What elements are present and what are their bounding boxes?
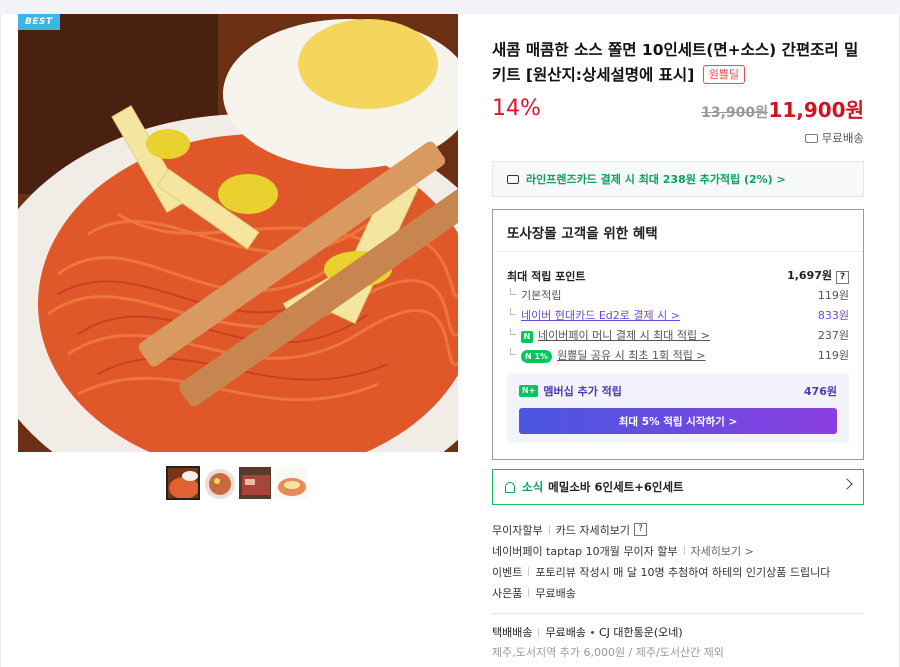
noodle-photo: [18, 14, 458, 452]
product-info-panel: 새콤 매콤한 소스 쫄면 10인세트(면+소스) 간편조리 밀키트 [원산지:상…: [492, 14, 864, 662]
product-page: BEST 새콤 매콤한 소스 쫄면 10인세트(면+소스) 간편조리 밀키트 […: [0, 14, 900, 667]
benefit-row-label[interactable]: 원쁠딜 공유 시 최초 1회 적립 >: [557, 349, 706, 362]
gift-label: 사은품: [492, 586, 523, 600]
thumbnail-image: [239, 467, 271, 499]
benefit-row-label[interactable]: 네이버 현대카드 Ed2로 결제 시 >: [507, 307, 680, 323]
product-gallery: BEST: [18, 14, 458, 500]
benefit-box: 또사장몰 고객을 위한 혜택 최대 적립 포인트 1,697원? 기본적립 11…: [492, 209, 864, 460]
card-detail-link[interactable]: 카드 자세히보기: [556, 522, 630, 538]
sale-price: 11,900원: [768, 98, 864, 122]
event-text: 포토리뷰 작성시 매 달 10명 추첨하여 하테의 인기상품 드립니다: [535, 565, 831, 579]
bell-icon: [505, 481, 515, 493]
benefit-row-value: 237원: [817, 329, 849, 342]
product-title: 새콤 매콤한 소스 쫄면 10인세트(면+소스) 간편조리 밀키트 [원산지:상…: [492, 38, 864, 88]
credit-card-icon: [507, 174, 519, 184]
installment-row: 무이자할부 카드 자세히보기?: [492, 519, 864, 540]
chevron-right-icon: [841, 478, 853, 490]
original-price: 13,900원: [701, 105, 768, 121]
thumbnail-2[interactable]: [202, 466, 236, 500]
benefit-row-npay[interactable]: N 네이버페이 머니 결제 시 최대 적립 > 237원: [507, 327, 849, 343]
truck-icon: [804, 134, 818, 143]
delivery-note: 제주,도서지역 추가 6,000원 / 제주/도서산간 제외: [492, 646, 724, 659]
delivery-info: 택배배송 무료배송 CJ 대한통운(오네) 제주,도서지역 추가 6,000원 …: [492, 622, 864, 662]
card-promo-banner[interactable]: 라인프렌즈카드 결제 시 최대 238원 추가적립 (2%) >: [492, 161, 864, 197]
benefit-title: 또사장몰 고객을 위한 혜택: [493, 210, 863, 252]
naver-plus-icon: N+: [519, 385, 539, 397]
benefit-row-basic: 기본적립 119원: [507, 287, 849, 303]
best-badge: BEST: [18, 14, 60, 30]
benefit-row-value: 119원: [817, 289, 849, 302]
shipping-info: 무료배송: [492, 130, 864, 146]
membership-label: 멤버십 추가 적립: [543, 385, 622, 398]
benefit-row-value: 833원: [817, 309, 849, 322]
npay-installment-text: 네이버페이 taptap 10개월 무이자 할부: [492, 544, 678, 558]
gift-text: 무료배송: [535, 586, 576, 600]
npay-detail-link[interactable]: 자세히보기 >: [691, 543, 754, 559]
thumbnail-strip: [166, 466, 308, 500]
card-promo-text: 라인프렌즈카드 결제 시 최대 238원 추가적립 (2%) >: [526, 173, 786, 186]
purchase-info: 무이자할부 카드 자세히보기? 네이버페이 taptap 10개월 무이자 할부…: [492, 519, 864, 603]
membership-start-button[interactable]: 최대 5% 적립 시작하기 >: [519, 408, 837, 434]
news-banner[interactable]: 소식 메밀소바 6인세트+6인세트: [492, 469, 864, 505]
help-icon[interactable]: ?: [836, 271, 849, 284]
max-point-value: 1,697원: [787, 269, 832, 282]
benefit-row-share[interactable]: N 1% 원쁠딜 공유 시 최초 1회 적립 > 119원: [507, 347, 849, 363]
delivery-fee: 무료배송: [545, 626, 586, 639]
naver-percent-icon: N 1%: [521, 350, 553, 363]
product-main-image[interactable]: BEST: [18, 14, 458, 452]
naver-pay-icon: N: [521, 331, 533, 343]
benefit-row-label[interactable]: 네이버페이 머니 결제 시 최대 적립 >: [538, 329, 710, 342]
news-text: 메밀소바 6인세트+6인세트: [548, 480, 684, 494]
membership-value: 476원: [803, 385, 837, 398]
max-point-row: 최대 적립 포인트 1,697원?: [507, 267, 849, 284]
benefit-row-card[interactable]: 네이버 현대카드 Ed2로 결제 시 > 833원: [507, 307, 849, 323]
thumbnail-image: [168, 468, 198, 498]
event-label: 이벤트: [492, 565, 523, 579]
max-point-label: 최대 적립 포인트: [507, 269, 586, 283]
product-title-text: 새콤 매콤한 소스 쫄면 10인세트(면+소스) 간편조리 밀키트 [원산지:상…: [492, 41, 859, 84]
news-label: 소식: [522, 480, 544, 494]
npay-installment-row: 네이버페이 taptap 10개월 무이자 할부 자세히보기 >: [492, 540, 864, 561]
help-icon[interactable]: ?: [633, 523, 647, 536]
thumbnail-image: [275, 467, 307, 499]
discount-rate: 14%: [492, 96, 541, 121]
delivery-carrier: CJ 대한통운(오네): [598, 626, 683, 639]
thumbnail-image: [203, 467, 235, 499]
thumbnail-1[interactable]: [166, 466, 200, 500]
thumbnail-3[interactable]: [238, 466, 272, 500]
price-row: 14% 13,900원 11,900원: [492, 94, 864, 128]
event-row: 이벤트 포토리뷰 작성시 매 달 10명 추첨하여 하테의 인기상품 드립니다: [492, 561, 864, 582]
membership-box: N+ 멤버십 추가 적립 476원 최대 5% 적립 시작하기 >: [507, 373, 849, 443]
gift-row: 사은품 무료배송: [492, 582, 864, 603]
thumbnail-4[interactable]: [274, 466, 308, 500]
benefit-row-value: 119원: [817, 349, 849, 362]
deal-tag: 원쁠딜: [702, 65, 746, 84]
installment-label: 무이자할부: [492, 523, 543, 537]
benefit-row-label: 기본적립: [507, 287, 561, 303]
divider: [492, 613, 864, 614]
delivery-row: 택배배송 무료배송 CJ 대한통운(오네): [492, 622, 864, 642]
shipping-text: 무료배송: [821, 131, 864, 145]
delivery-label: 택배배송: [492, 626, 533, 639]
